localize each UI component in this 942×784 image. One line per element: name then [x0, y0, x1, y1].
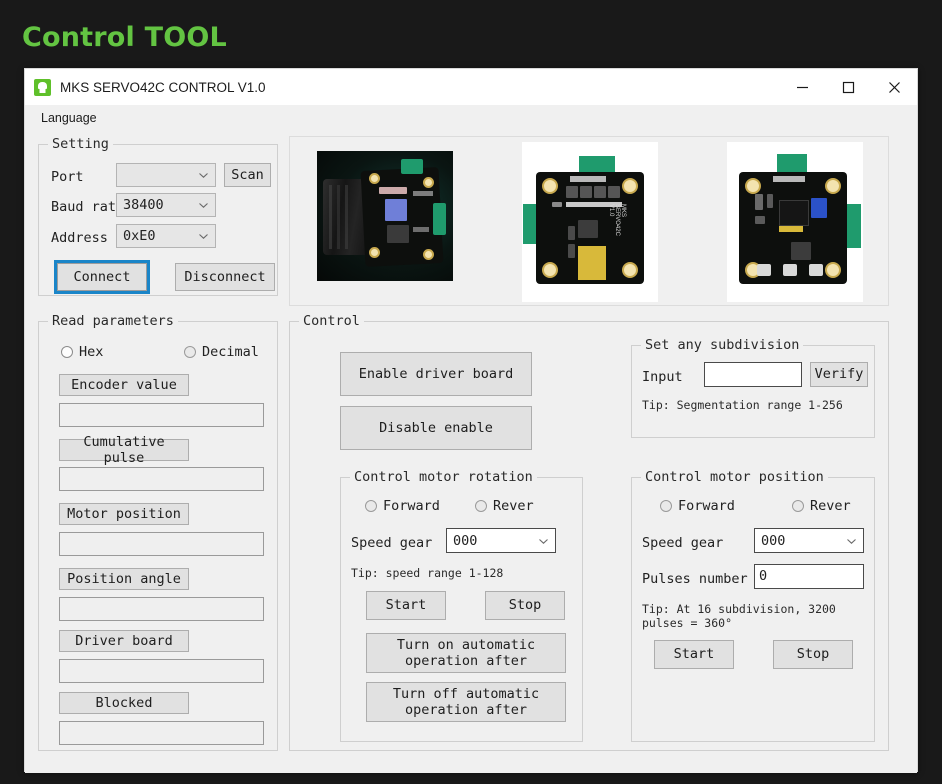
position-start-button[interactable]: Start [654, 640, 734, 669]
window-client-area: MKS SERVO42C V1.0 [25, 131, 917, 773]
subdivision-input[interactable] [704, 362, 802, 387]
rotation-stop-button[interactable]: Stop [485, 591, 565, 620]
port-select[interactable] [116, 163, 216, 187]
chevron-down-icon [847, 539, 856, 544]
window-controls [779, 69, 917, 105]
position-rever-label: Rever [810, 498, 851, 514]
cumulative-pulse-button[interactable]: Cumulative pulse [59, 439, 189, 461]
disconnect-button[interactable]: Disconnect [175, 263, 275, 291]
minimize-icon[interactable] [779, 69, 825, 105]
position-angle-field[interactable] [59, 597, 264, 621]
app-logo-icon [34, 79, 51, 96]
setting-group: Setting Port Scan Baud rate 38400 Addres… [38, 144, 278, 296]
decimal-radio-label: Decimal [202, 344, 259, 360]
position-rever-radio[interactable]: Rever [792, 498, 851, 514]
setting-legend: Setting [48, 136, 113, 152]
encoder-value-field[interactable] [59, 403, 264, 427]
hex-radio[interactable]: Hex [61, 344, 103, 360]
radio-indicator [792, 500, 804, 512]
driver-board-button[interactable]: Driver board [59, 630, 189, 652]
position-angle-button[interactable]: Position angle [59, 568, 189, 590]
hex-radio-label: Hex [79, 344, 103, 360]
set-any-subdivision-group: Set any subdivision Input Verify Tip: Se… [631, 345, 875, 438]
chevron-down-icon [199, 234, 208, 239]
decimal-radio[interactable]: Decimal [184, 344, 259, 360]
address-select[interactable]: 0xE0 [116, 224, 216, 248]
rotation-speed-gear-value: 000 [453, 533, 477, 549]
maximize-icon[interactable] [825, 69, 871, 105]
verify-button[interactable]: Verify [810, 362, 868, 387]
baud-rate-select[interactable]: 38400 [116, 193, 216, 217]
cumulative-pulse-field[interactable] [59, 467, 264, 491]
motor-position-field[interactable] [59, 532, 264, 556]
rotation-speed-gear-label: Speed gear [351, 535, 432, 551]
position-speed-gear-select[interactable]: 000 [754, 528, 864, 553]
radio-indicator [475, 500, 487, 512]
rotation-forward-label: Forward [383, 498, 440, 514]
set-any-subdivision-legend: Set any subdivision [641, 337, 803, 353]
enable-driver-board-button[interactable]: Enable driver board [340, 352, 532, 396]
rotation-forward-radio[interactable]: Forward [365, 498, 440, 514]
radio-indicator [660, 500, 672, 512]
servo-motor-with-board-photo [317, 151, 453, 281]
window-title: MKS SERVO42C CONTROL V1.0 [60, 80, 266, 95]
rotation-start-button[interactable]: Start [366, 591, 446, 620]
menu-bar: Language [25, 105, 917, 131]
rotation-rever-radio[interactable]: Rever [475, 498, 534, 514]
page-title: Control TOOL [22, 22, 227, 53]
pulses-number-label: Pulses number [642, 571, 748, 587]
blocked-field[interactable] [59, 721, 264, 745]
radio-indicator [365, 500, 377, 512]
position-stop-button[interactable]: Stop [773, 640, 853, 669]
address-value: 0xE0 [123, 228, 156, 244]
rotation-rever-label: Rever [493, 498, 534, 514]
turn-on-automatic-operation-button[interactable]: Turn on automatic operation after [366, 633, 566, 673]
control-group: Control Enable driver board Disable enab… [289, 321, 889, 751]
baud-rate-label: Baud rate [51, 199, 124, 215]
baud-rate-value: 38400 [123, 197, 164, 213]
mks-servo42c-pcb-front-photo: MKS SERVO42C V1.0 [522, 142, 658, 302]
menu-item-language[interactable]: Language [35, 109, 103, 127]
subdivision-tip: Tip: Segmentation range 1-256 [642, 398, 843, 412]
subdivision-input-label: Input [642, 369, 683, 385]
port-label: Port [51, 169, 84, 185]
chevron-down-icon [199, 203, 208, 208]
chevron-down-icon [199, 173, 208, 178]
product-images-panel: MKS SERVO42C V1.0 [289, 136, 889, 306]
radio-indicator [184, 346, 196, 358]
mks-servo42c-pcb-back-photo [727, 142, 863, 302]
control-motor-position-legend: Control motor position [641, 469, 828, 485]
rotation-tip: Tip: speed range 1-128 [351, 566, 503, 580]
chevron-down-icon [539, 539, 548, 544]
connect-button[interactable]: Connect [57, 263, 147, 291]
read-parameters-group: Read parameters Hex Decimal Encoder valu… [38, 321, 278, 751]
address-label: Address [51, 230, 108, 246]
position-speed-gear-value: 000 [761, 533, 785, 549]
disable-enable-button[interactable]: Disable enable [340, 406, 532, 450]
control-motor-rotation-legend: Control motor rotation [350, 469, 537, 485]
control-legend: Control [299, 313, 364, 329]
read-parameters-legend: Read parameters [48, 313, 178, 329]
pcb-silkscreen-label: MKS SERVO42C V1.0 [608, 204, 626, 236]
pulses-number-input[interactable]: 0 [754, 564, 864, 589]
radio-indicator [61, 346, 73, 358]
turn-off-automatic-operation-button[interactable]: Turn off automatic operation after [366, 682, 566, 722]
position-forward-label: Forward [678, 498, 735, 514]
control-motor-position-group: Control motor position Forward Rever Spe… [631, 477, 875, 742]
scan-button[interactable]: Scan [224, 163, 271, 187]
position-tip: Tip: At 16 subdivision, 3200 pulses = 36… [642, 602, 836, 631]
position-forward-radio[interactable]: Forward [660, 498, 735, 514]
driver-board-field[interactable] [59, 659, 264, 683]
position-speed-gear-label: Speed gear [642, 535, 723, 551]
rotation-speed-gear-select[interactable]: 000 [446, 528, 556, 553]
encoder-value-button[interactable]: Encoder value [59, 374, 189, 396]
control-motor-rotation-group: Control motor rotation Forward Rever Spe… [340, 477, 583, 742]
app-window: MKS SERVO42C CONTROL V1.0 Language [24, 68, 918, 772]
motor-position-button[interactable]: Motor position [59, 503, 189, 525]
window-titlebar: MKS SERVO42C CONTROL V1.0 [25, 69, 917, 105]
blocked-button[interactable]: Blocked [59, 692, 189, 714]
close-icon[interactable] [871, 69, 917, 105]
pulses-number-value: 0 [755, 570, 863, 584]
